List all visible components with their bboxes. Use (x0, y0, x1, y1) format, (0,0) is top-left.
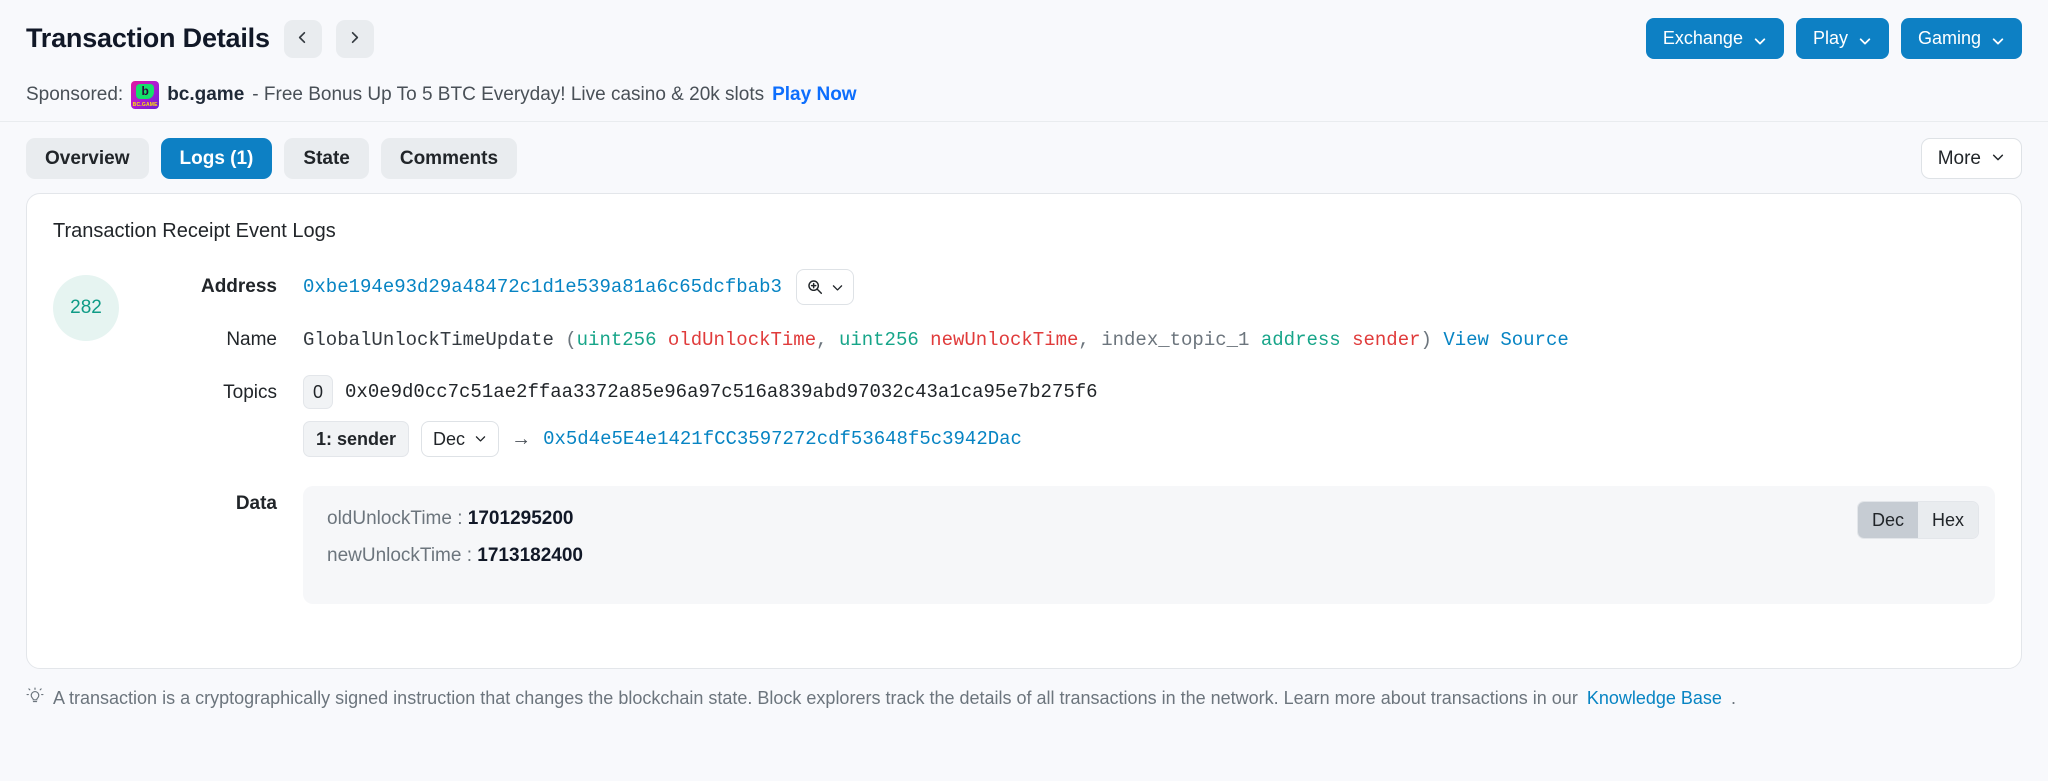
lightbulb-icon (26, 687, 44, 710)
chevron-down-icon (474, 429, 487, 450)
topics-list: 0 0x0e9d0cc7c51ae2ffaa3372a85e96a97c516a… (303, 375, 1995, 469)
chevron-right-icon (347, 30, 362, 48)
tab-state[interactable]: State (284, 138, 368, 179)
data-row: Data oldUnlockTime : 1701295200 newUnloc… (161, 486, 1995, 604)
knowledge-base-link[interactable]: Knowledge Base (1587, 688, 1722, 709)
data-format-toggle: Dec Hex (1857, 501, 1979, 539)
data-value-0: 1701295200 (468, 508, 574, 529)
data-item: newUnlockTime : 1713182400 (327, 545, 1971, 567)
log-index-badge: 282 (53, 275, 119, 341)
contract-address-link[interactable]: 0xbe194e93d29a48472c1d1e539a81a6c65dcfba… (303, 269, 782, 305)
topics-row: Topics 0 0x0e9d0cc7c51ae2ffaa3372a85e96a… (161, 375, 1995, 469)
more-dropdown-button[interactable]: More (1921, 138, 2022, 179)
data-format-dec-button[interactable]: Dec (1858, 502, 1918, 538)
magnifier-plus-icon (806, 278, 824, 296)
data-label: Data (161, 486, 303, 522)
topic-format-value: Dec (433, 429, 465, 450)
chevron-down-icon (831, 281, 844, 294)
play-label: Play (1813, 28, 1848, 49)
page-header: Transaction Details Exchange Play (0, 0, 2048, 71)
topic-sender-badge: 1: sender (303, 421, 409, 457)
arrow-right-icon: → (511, 428, 531, 451)
topic-hash-value: 0x0e9d0cc7c51ae2ffaa3372a85e96a97c516a83… (345, 381, 1098, 403)
event-name-row: Name GlobalUnlockTimeUpdate (uint256 old… (161, 322, 1995, 358)
next-transaction-button[interactable] (336, 20, 374, 58)
bcgame-logo-glyph: b (136, 84, 154, 99)
topic-sender-item: 1: sender Dec → 0x5d4e5E4e1421fCC3597272… (303, 421, 1995, 457)
param-sep-1: , (1078, 329, 1101, 351)
tab-logs[interactable]: Logs (1) (161, 138, 273, 179)
bcgame-logo-text: BC.GAME (131, 102, 159, 108)
bcgame-logo-icon: b BC.GAME (131, 81, 159, 109)
tab-group: Overview Logs (1) State Comments (26, 138, 517, 179)
log-fields: Address 0xbe194e93d29a48472c1d1e539a81a6… (161, 269, 1995, 621)
param-type-1: uint256 (839, 329, 919, 351)
prev-transaction-button[interactable] (284, 20, 322, 58)
log-index-column: 282 (53, 269, 161, 341)
more-label: More (1938, 148, 1981, 170)
chevron-down-icon (1753, 32, 1767, 46)
event-logs-card: Transaction Receipt Event Logs 282 Addre… (26, 193, 2022, 669)
gaming-label: Gaming (1918, 28, 1981, 49)
footer-period: . (1731, 688, 1736, 709)
data-key-0: oldUnlockTime : (327, 508, 463, 529)
address-lookup-button[interactable] (796, 269, 854, 305)
close-paren: ) (1421, 329, 1432, 351)
param-name-0: oldUnlockTime (668, 329, 816, 351)
page-footer: A transaction is a cryptographically sig… (0, 669, 2048, 728)
decoded-data-box: oldUnlockTime : 1701295200 newUnlockTime… (303, 486, 1995, 604)
data-value-wrap: oldUnlockTime : 1701295200 newUnlockTime… (303, 486, 1995, 604)
exchange-dropdown-button[interactable]: Exchange (1646, 18, 1784, 59)
param-indexed-2: index_topic_1 (1101, 329, 1249, 351)
topic-format-dropdown[interactable]: Dec (421, 421, 499, 457)
header-left-group: Transaction Details (26, 20, 374, 58)
param-name-2: sender (1352, 329, 1420, 351)
play-dropdown-button[interactable]: Play (1796, 18, 1889, 59)
topic-item: 0 0x0e9d0cc7c51ae2ffaa3372a85e96a97c516a… (303, 375, 1995, 409)
param-type-2: address (1261, 329, 1341, 351)
exchange-label: Exchange (1663, 28, 1743, 49)
name-label: Name (161, 322, 303, 358)
topic-sender-address-link[interactable]: 0x5d4e5E4e1421fCC3597272cdf53648f5c3942D… (543, 428, 1022, 450)
sponsored-label: Sponsored: (26, 84, 123, 106)
tab-overview[interactable]: Overview (26, 138, 149, 179)
chevron-down-icon (1991, 148, 2005, 170)
sponsored-banner: Sponsored: b BC.GAME bc.game - Free Bonu… (0, 71, 2048, 122)
address-row: Address 0xbe194e93d29a48472c1d1e539a81a6… (161, 269, 1995, 305)
address-label: Address (161, 269, 303, 305)
tab-bar: Overview Logs (1) State Comments More (0, 122, 2048, 193)
view-source-link[interactable]: View Source (1443, 329, 1568, 351)
chevron-left-icon (295, 30, 310, 48)
data-item: oldUnlockTime : 1701295200 (327, 508, 1971, 530)
header-actions: Exchange Play Gaming (1646, 18, 2022, 59)
topics-label: Topics (161, 375, 303, 411)
open-paren: ( (554, 329, 577, 351)
data-value-1: 1713182400 (477, 545, 583, 566)
chevron-down-icon (1858, 32, 1872, 46)
event-signature: GlobalUnlockTimeUpdate (uint256 oldUnloc… (303, 322, 1995, 358)
address-value-wrap: 0xbe194e93d29a48472c1d1e539a81a6c65dcfba… (303, 269, 1995, 305)
card-title: Transaction Receipt Event Logs (53, 220, 1995, 243)
transaction-details-page: Transaction Details Exchange Play (0, 0, 2048, 781)
param-type-0: uint256 (577, 329, 657, 351)
topic-index-badge: 0 (303, 375, 333, 409)
chevron-down-icon (1991, 32, 2005, 46)
data-format-hex-button[interactable]: Hex (1918, 502, 1978, 538)
param-sep-0: , (816, 329, 839, 351)
tab-comments[interactable]: Comments (381, 138, 517, 179)
gaming-dropdown-button[interactable]: Gaming (1901, 18, 2022, 59)
sponsor-brand-name[interactable]: bc.game (167, 84, 244, 106)
data-key-1: newUnlockTime : (327, 545, 472, 566)
play-now-link[interactable]: Play Now (772, 84, 856, 106)
page-title: Transaction Details (26, 23, 270, 54)
footer-text: A transaction is a cryptographically sig… (53, 688, 1578, 709)
sponsor-message: - Free Bonus Up To 5 BTC Everyday! Live … (252, 84, 764, 106)
param-name-1: newUnlockTime (930, 329, 1078, 351)
log-entry: 282 Address 0xbe194e93d29a48472c1d1e539a… (53, 269, 1995, 621)
event-name: GlobalUnlockTimeUpdate (303, 329, 554, 351)
event-signature-wrap: GlobalUnlockTimeUpdate (uint256 oldUnloc… (303, 322, 1995, 358)
